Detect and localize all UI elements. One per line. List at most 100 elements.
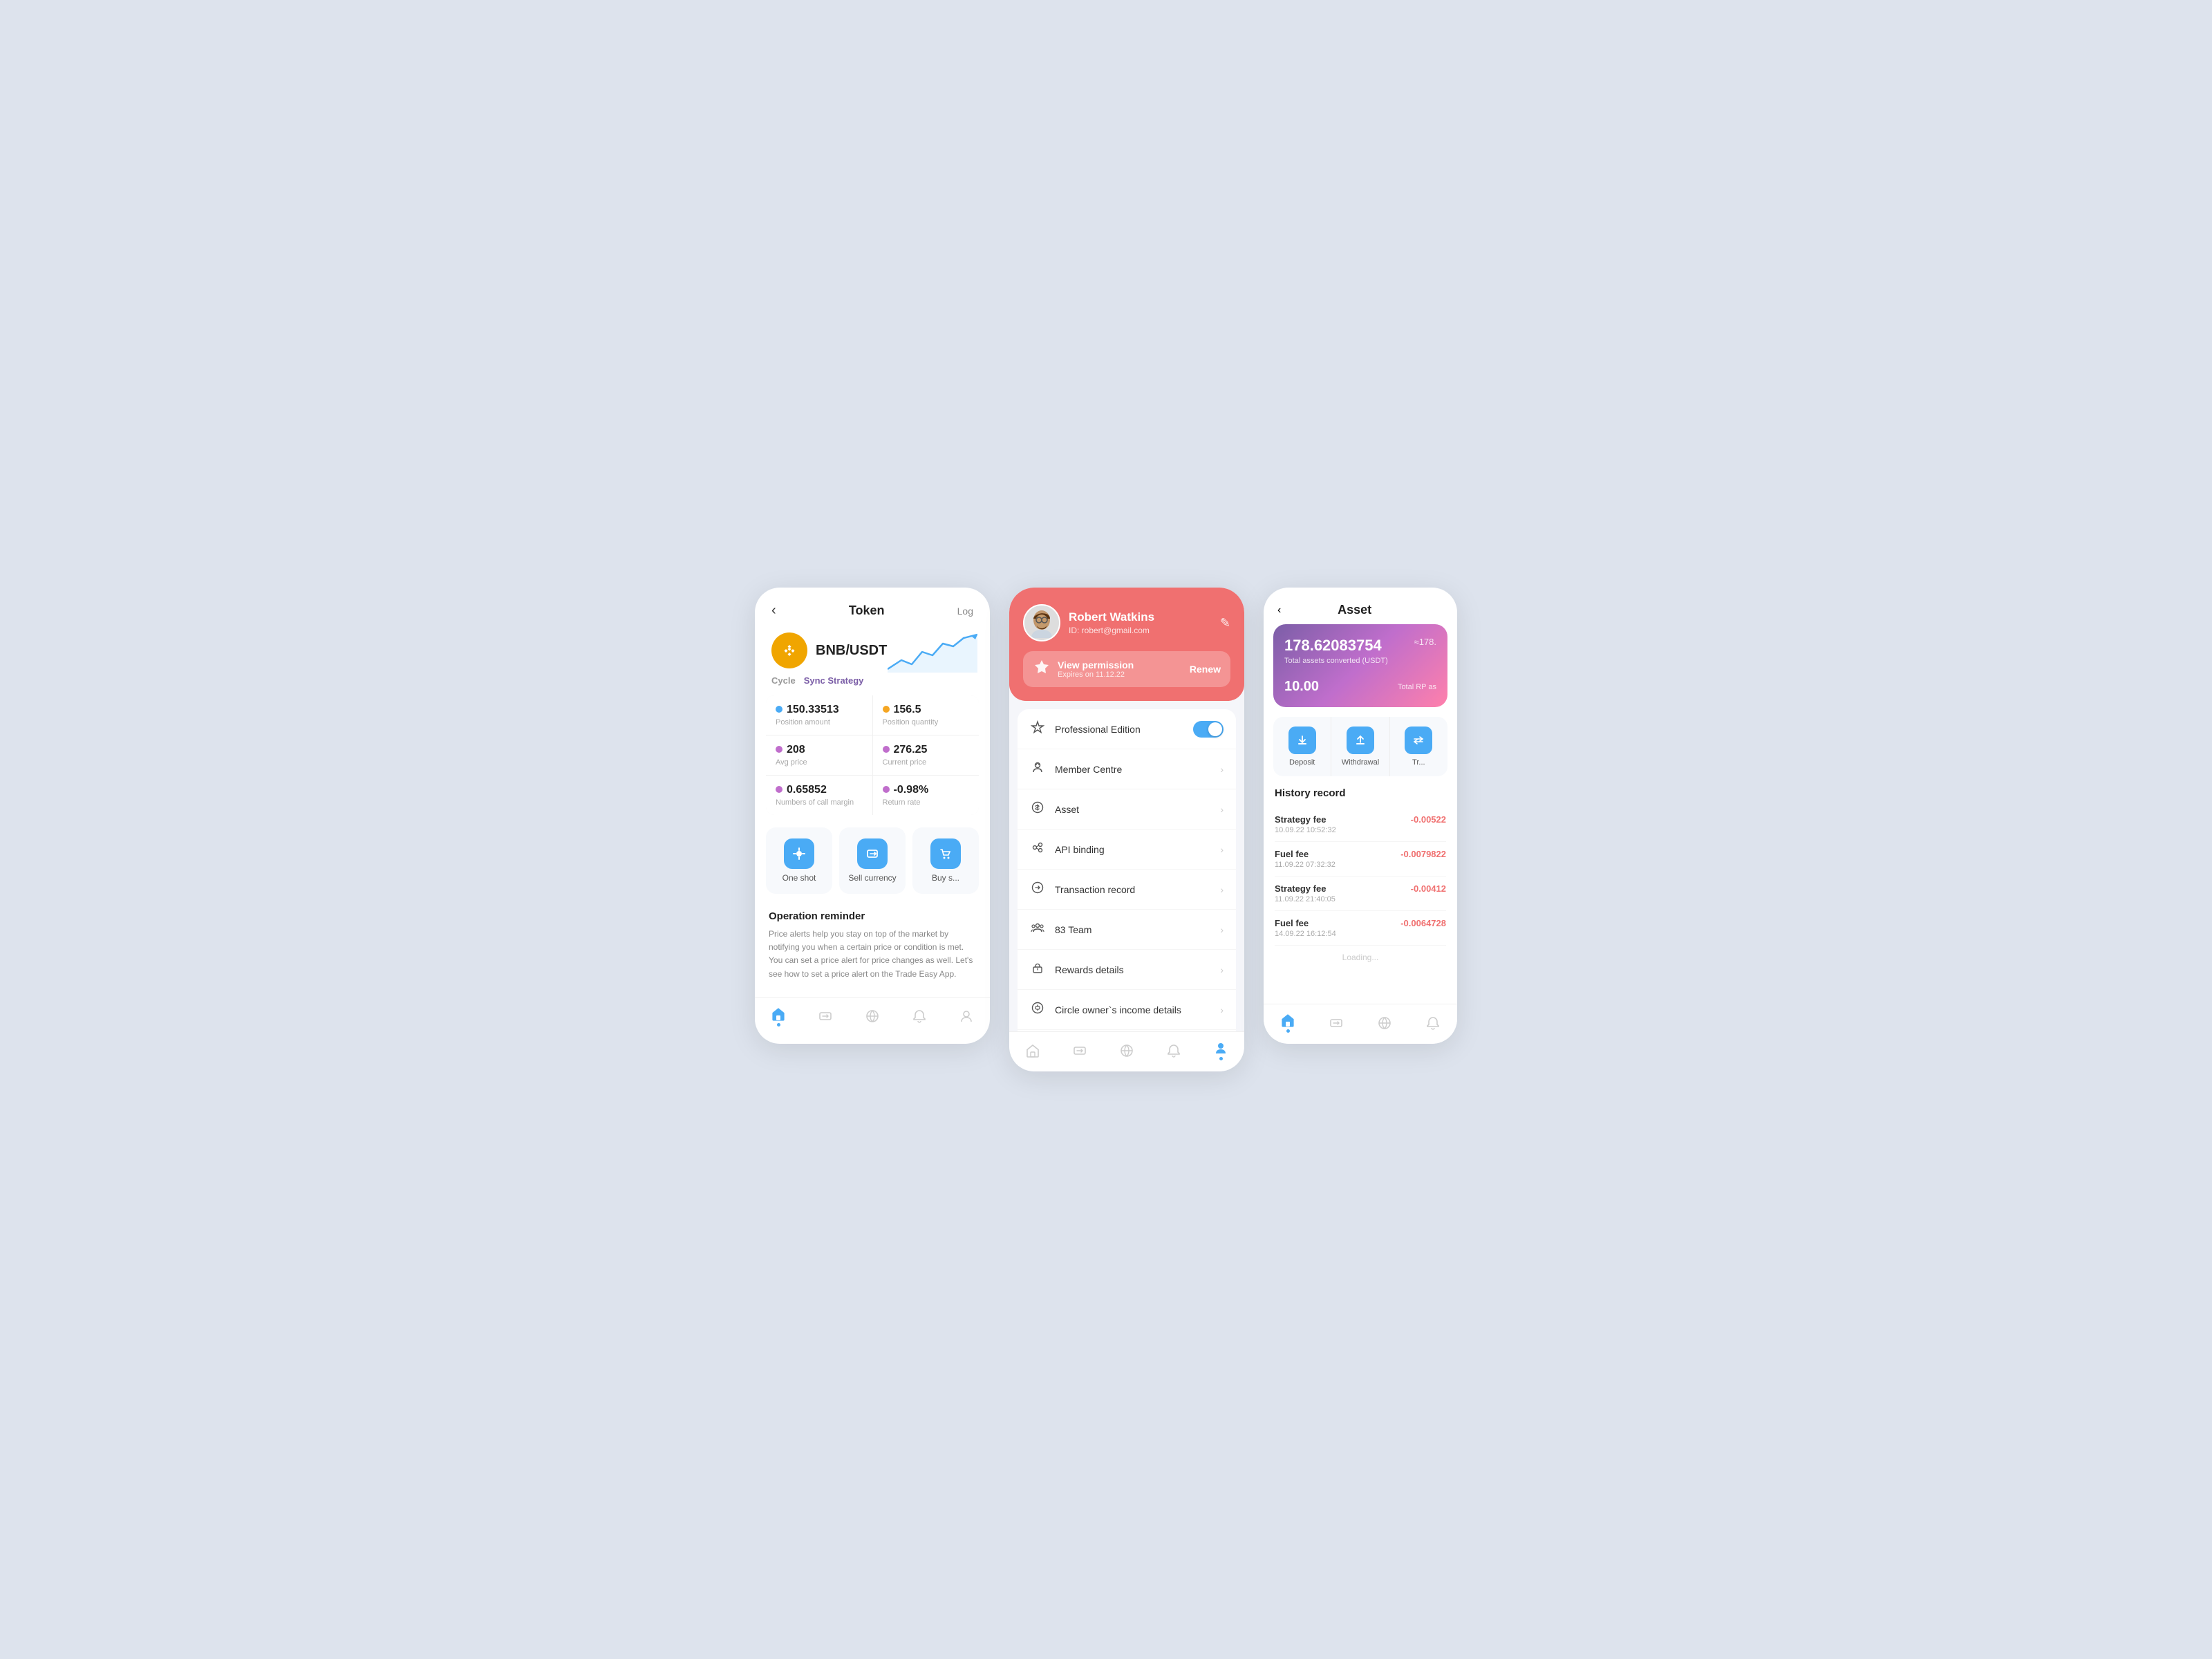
toggle-knob — [1208, 722, 1222, 736]
nav-globe[interactable] — [1377, 1015, 1392, 1031]
arrow-icon: › — [1220, 924, 1224, 935]
nav-home[interactable] — [771, 1006, 786, 1027]
menu-item-member[interactable]: Member Centre › — [1018, 749, 1236, 789]
screens-container: ‹ Token Log BNB/USDT — [755, 588, 1457, 1071]
nav-trade[interactable] — [818, 1009, 833, 1024]
screen1-token: ‹ Token Log BNB/USDT — [755, 588, 990, 1044]
menu-label: API binding — [1055, 844, 1105, 855]
history-name: Fuel fee — [1275, 849, 1335, 859]
tag-row: Cycle Sync Strategy — [755, 671, 990, 695]
stat-value: 276.25 — [894, 744, 928, 756]
arrow-icon: › — [1220, 1004, 1224, 1015]
menu-item-team[interactable]: 83 Team › — [1018, 910, 1236, 950]
stat-value: 156.5 — [894, 704, 921, 716]
back-button[interactable]: ‹ — [1277, 604, 1281, 617]
nav-bell[interactable] — [1425, 1015, 1441, 1031]
stat-label: Numbers of call margin — [776, 798, 863, 807]
menu-item-professional[interactable]: Professional Edition — [1018, 709, 1236, 749]
stat-value: -0.98% — [894, 784, 929, 796]
sell-currency-icon — [857, 838, 888, 869]
history-date: 11.09.22 07:32:32 — [1275, 861, 1335, 869]
history-name: Strategy fee — [1275, 814, 1336, 825]
circle-icon — [1030, 1001, 1045, 1018]
arrow-icon: › — [1220, 804, 1224, 815]
transfer-icon — [1405, 727, 1432, 754]
history-item: Fuel fee 14.09.22 16:12:54 -0.0064728 — [1275, 911, 1446, 946]
menu-label: Circle owner`s income details — [1055, 1004, 1181, 1015]
sync-tag[interactable]: Sync Strategy — [804, 675, 864, 686]
indicator-icon — [883, 786, 890, 793]
reminder-title: Operation reminder — [769, 910, 976, 922]
menu-item-circle[interactable]: Circle owner`s income details › — [1018, 990, 1236, 1030]
edit-icon[interactable]: ✎ — [1220, 616, 1230, 630]
history-date: 10.09.22 10:52:32 — [1275, 826, 1336, 834]
nav-profile-active[interactable] — [1213, 1040, 1228, 1060]
nav-active-dot — [1286, 1029, 1290, 1033]
menu-item-asset[interactable]: Asset › — [1018, 789, 1236, 830]
nav-trade[interactable] — [1072, 1043, 1087, 1058]
professional-toggle[interactable] — [1193, 721, 1224, 738]
action-label: One shot — [782, 873, 816, 883]
menu-item-rewards[interactable]: Rewards details › — [1018, 950, 1236, 990]
menu-item-api[interactable]: API binding › — [1018, 830, 1236, 870]
cycle-tag[interactable]: Cycle — [771, 675, 796, 686]
history-amount: -0.00522 — [1411, 814, 1446, 825]
nav-active-dot — [777, 1023, 780, 1027]
deposit-button[interactable]: Deposit — [1273, 717, 1331, 776]
nav-profile[interactable] — [959, 1009, 974, 1024]
arrow-icon: › — [1220, 844, 1224, 855]
history-date: 11.09.22 21:40:05 — [1275, 895, 1335, 903]
permission-icon — [1033, 658, 1051, 680]
nav-active-dot — [1219, 1057, 1223, 1060]
nav-globe[interactable] — [865, 1009, 880, 1024]
page-title: Asset — [1338, 603, 1371, 617]
profile-top: Robert Watkins ID: robert@gmail.com ✎ — [1023, 604, 1230, 641]
stat-label: Current price — [883, 758, 970, 767]
profile-card: Robert Watkins ID: robert@gmail.com ✎ Vi… — [1009, 588, 1244, 701]
stat-label: Position amount — [776, 718, 863, 727]
rewards-icon — [1030, 961, 1045, 978]
nav-home-active[interactable] — [1280, 1013, 1295, 1033]
withdrawal-button[interactable]: Withdrawal — [1331, 717, 1389, 776]
indicator-icon — [776, 746, 782, 753]
permission-left: View permission Expires on 11.12.22 — [1033, 658, 1134, 680]
profile-name: Robert Watkins — [1069, 610, 1154, 624]
menu-left: Asset — [1030, 800, 1079, 818]
asset-card: 178.62083754 Total assets converted (USD… — [1273, 624, 1447, 707]
reminder-section: Operation reminder Price alerts help you… — [755, 901, 990, 995]
one-shot-button[interactable]: One shot — [766, 827, 832, 894]
transfer-button[interactable]: Tr... — [1390, 717, 1447, 776]
buy-button[interactable]: Buy s... — [912, 827, 979, 894]
asset-icon — [1030, 800, 1045, 818]
renew-button[interactable]: Renew — [1190, 664, 1221, 675]
stat-return-rate: -0.98% Return rate — [873, 776, 980, 815]
screen2-bottom-nav — [1009, 1031, 1244, 1071]
api-icon — [1030, 841, 1045, 858]
menu-item-transaction[interactable]: Transaction record › — [1018, 870, 1236, 910]
history-item-left: Fuel fee 14.09.22 16:12:54 — [1275, 918, 1336, 938]
asset-rp-label: Total RP as — [1398, 683, 1436, 691]
sell-currency-button[interactable]: Sell currency — [839, 827, 906, 894]
log-button[interactable]: Log — [957, 606, 973, 617]
history-date: 14.09.22 16:12:54 — [1275, 930, 1336, 938]
history-amount: -0.0064728 — [1400, 918, 1446, 928]
back-button[interactable]: ‹ — [771, 603, 776, 619]
nav-trade[interactable] — [1329, 1015, 1344, 1031]
nav-globe[interactable] — [1119, 1043, 1134, 1058]
team-icon — [1030, 921, 1045, 938]
action-label: Deposit — [1289, 758, 1315, 767]
withdrawal-icon — [1347, 727, 1374, 754]
nav-home[interactable] — [1025, 1043, 1040, 1058]
permission-bar: View permission Expires on 11.12.22 Rene… — [1023, 651, 1230, 687]
asset-label: Total assets converted (USDT) — [1284, 657, 1388, 665]
menu-left: Circle owner`s income details — [1030, 1001, 1181, 1018]
stat-label: Avg price — [776, 758, 863, 767]
history-item-left: Strategy fee 10.09.22 10:52:32 — [1275, 814, 1336, 834]
nav-bell[interactable] — [912, 1009, 927, 1024]
action-label: Withdrawal — [1342, 758, 1379, 767]
menu-left: Member Centre — [1030, 760, 1122, 778]
nav-bell[interactable] — [1166, 1043, 1181, 1058]
menu-left: Professional Edition — [1030, 720, 1141, 738]
stat-avg-price: 208 Avg price — [766, 735, 872, 775]
deposit-icon — [1288, 727, 1316, 754]
